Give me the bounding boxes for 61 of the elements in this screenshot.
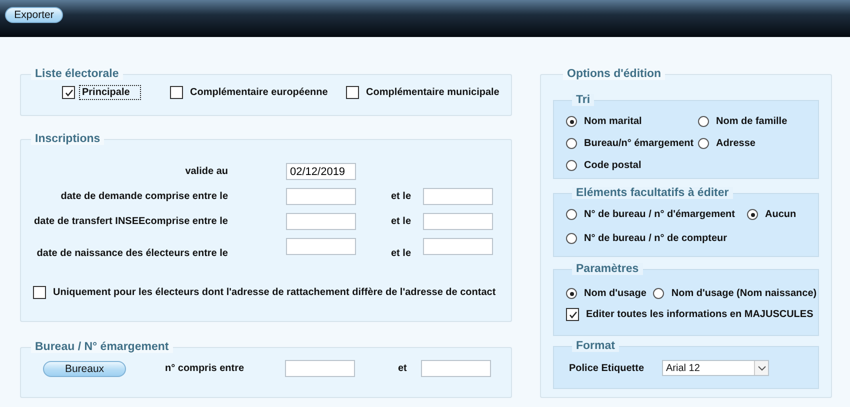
radio-label: Nom de famille xyxy=(715,115,788,129)
date-field[interactable] xyxy=(286,213,356,230)
caret-icon[interactable] xyxy=(754,361,768,375)
group-title: Inscriptions xyxy=(31,133,104,145)
radio-button[interactable] xyxy=(566,209,577,220)
field-label: n° compris entre xyxy=(164,362,246,376)
bureaux-button[interactable]: Bureaux xyxy=(43,360,126,376)
field-label: et le xyxy=(391,216,412,226)
number-field[interactable] xyxy=(421,360,491,377)
radio-button[interactable] xyxy=(566,288,577,299)
radio-label: Aucun xyxy=(764,208,798,222)
radio-button[interactable] xyxy=(566,116,577,127)
field-label: et le xyxy=(391,190,412,202)
radio-label: Nom marital xyxy=(583,115,643,129)
checkbox-label: Complémentaire municipale xyxy=(365,86,500,100)
checkbox-label: Principale xyxy=(79,85,141,100)
date-field[interactable] xyxy=(286,238,356,255)
checkbox-label: Complémentaire européenne xyxy=(189,86,329,100)
group-title: Format xyxy=(572,340,619,352)
group-title: Eléments facultatifs à éditer xyxy=(572,187,733,199)
date-field[interactable] xyxy=(286,188,356,205)
radio-button[interactable] xyxy=(698,116,709,127)
radio-button[interactable] xyxy=(653,288,664,299)
radio-label: Code postal xyxy=(583,159,642,173)
group-title: Paramètres xyxy=(572,263,643,275)
radio-button[interactable] xyxy=(566,233,577,244)
group-title: Tri xyxy=(572,94,594,106)
radio-label: N° de bureau / n° d'émargement xyxy=(583,208,736,222)
font-dropdown[interactable]: Arial 12 xyxy=(662,360,769,376)
checkbox[interactable] xyxy=(346,86,359,99)
checkbox-label: Editer toutes les informations en MAJUSCULES xyxy=(585,308,814,322)
field-label: date de naissance des électeurs entre le xyxy=(36,248,228,258)
number-field[interactable] xyxy=(285,360,355,377)
field-label: Police Etiquette xyxy=(568,362,646,376)
checkbox-label: Uniquement pour les électeurs dont l'adresse de rattachement diffère de l'adresse de contact xyxy=(52,286,497,300)
radio-label: Adresse xyxy=(715,137,756,151)
group-title: Bureau / N° émargement xyxy=(31,341,173,353)
date-field[interactable] xyxy=(423,213,493,230)
checkbox[interactable] xyxy=(62,86,75,99)
export-button[interactable]: Exporter xyxy=(5,7,63,23)
radio-label: Nom d'usage xyxy=(583,287,648,301)
radio-button[interactable] xyxy=(698,138,709,149)
field-label: et xyxy=(397,362,408,376)
date-field[interactable]: 02/12/2019 xyxy=(286,163,356,180)
radio-label: N° de bureau / n° de compteur xyxy=(583,232,728,246)
field-label: et le xyxy=(391,248,412,258)
checkbox[interactable] xyxy=(33,286,46,299)
field-label: date de demande comprise entre le xyxy=(60,190,228,202)
radio-button[interactable] xyxy=(747,209,758,220)
radio-button[interactable] xyxy=(566,160,577,171)
radio-label: Bureau/n° émargement xyxy=(583,137,695,151)
radio-button[interactable] xyxy=(566,138,577,149)
checkbox[interactable] xyxy=(566,308,579,321)
checkbox[interactable] xyxy=(170,86,183,99)
radio-label: Nom d'usage (Nom naissance) xyxy=(670,287,818,301)
field-label: date de transfert INSEEcomprise entre le xyxy=(33,216,228,226)
group-title: Options d'édition xyxy=(563,68,666,80)
field-label: valide au xyxy=(184,166,228,176)
group-title: Liste électorale xyxy=(31,68,123,80)
date-field[interactable] xyxy=(423,188,493,205)
date-field[interactable] xyxy=(423,238,493,255)
